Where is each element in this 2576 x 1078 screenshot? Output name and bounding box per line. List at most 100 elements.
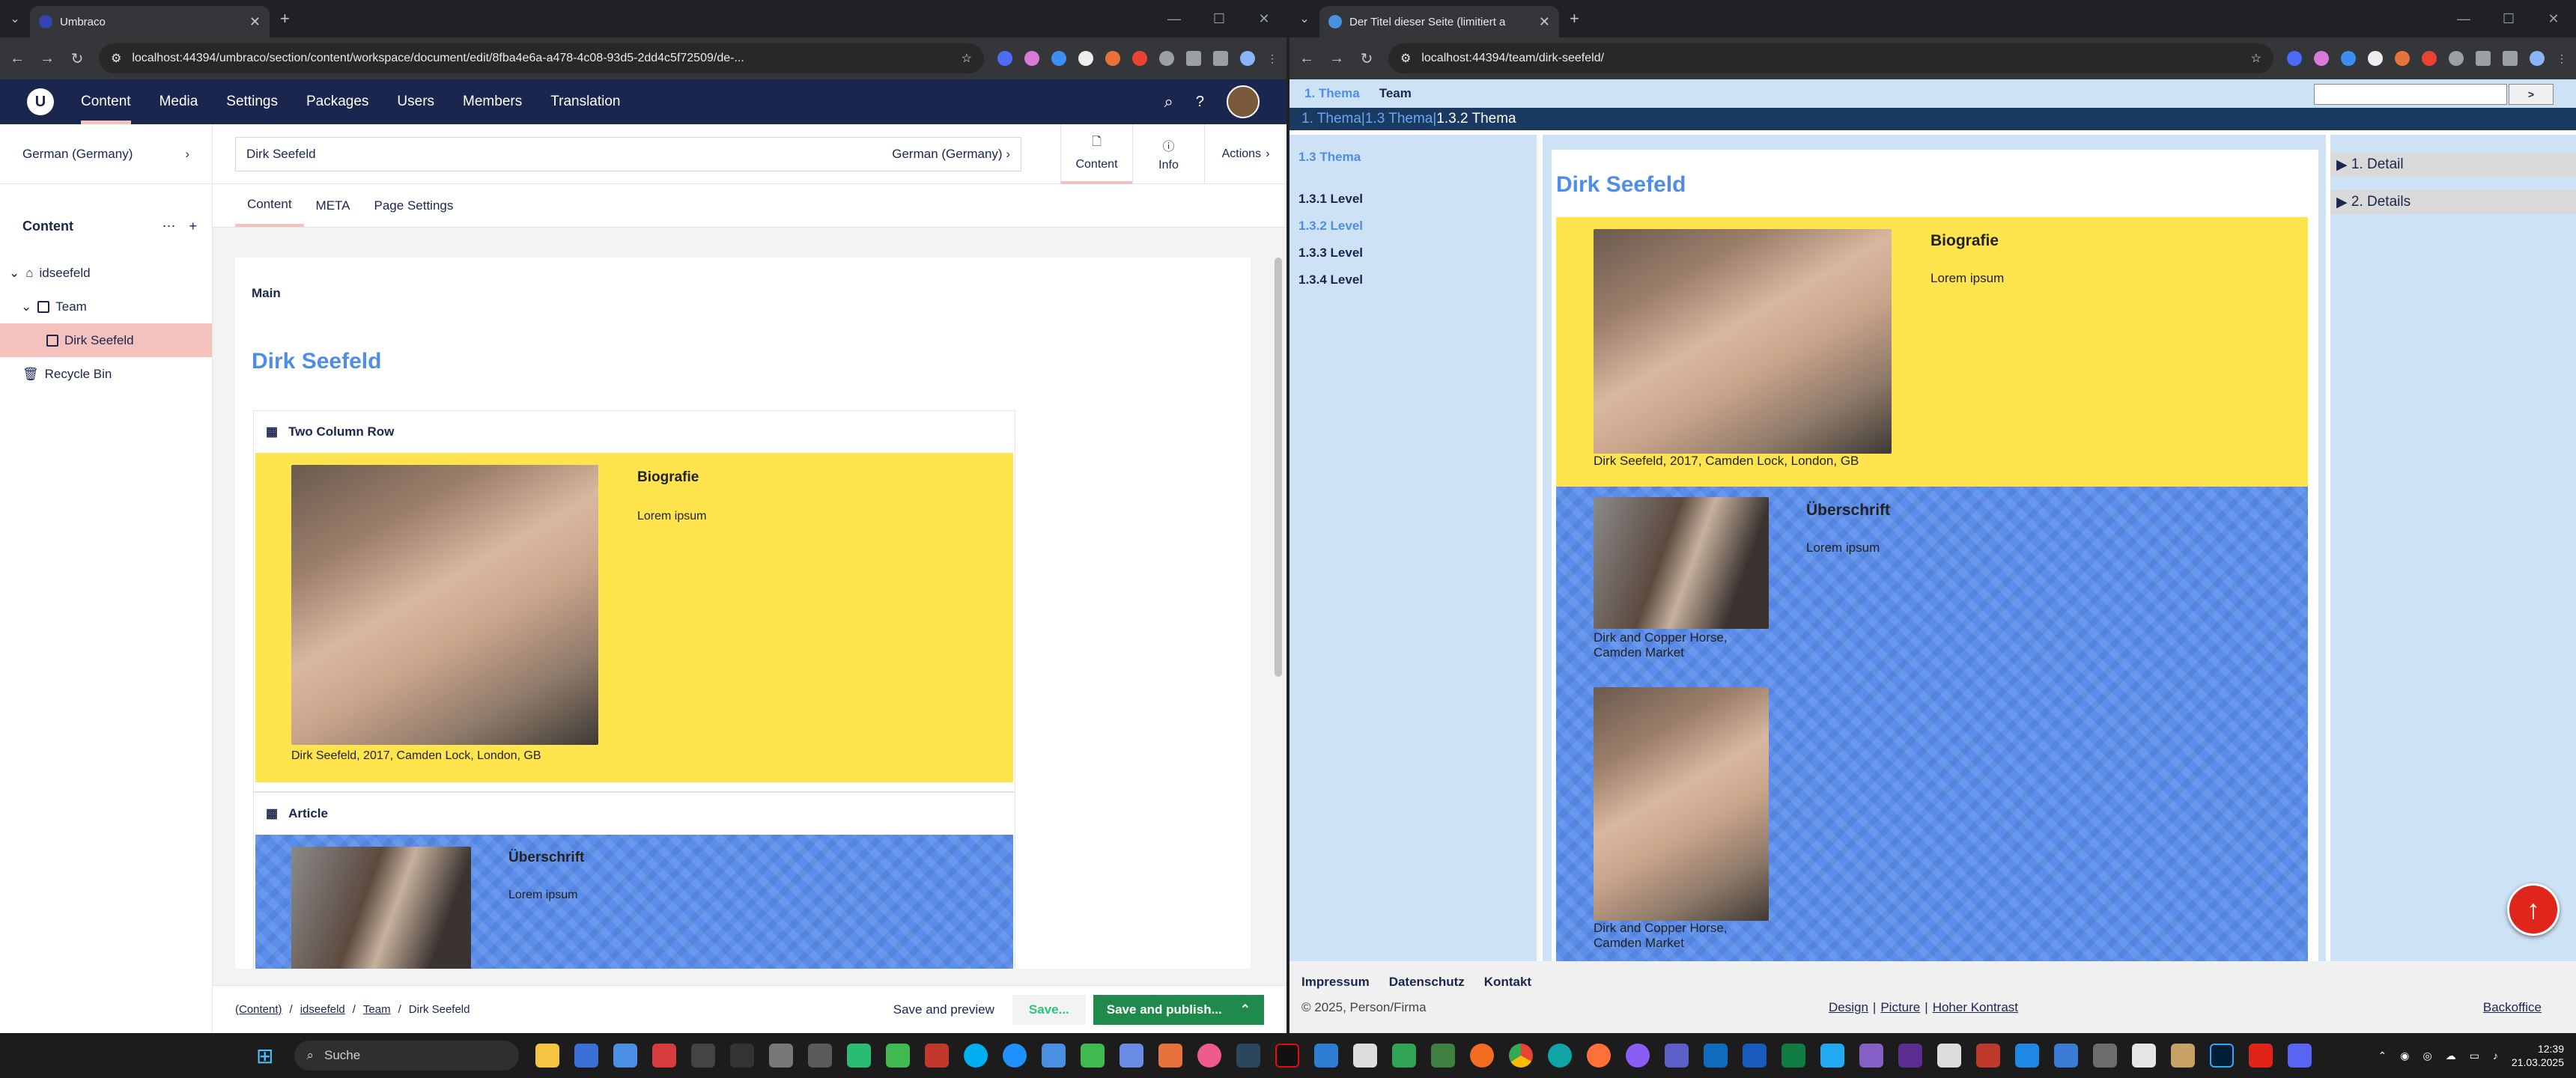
close-window-icon[interactable]: ✕: [1242, 0, 1287, 37]
footer-link[interactable]: Datenschutz: [1389, 975, 1465, 990]
profile-icon[interactable]: [1240, 51, 1255, 66]
more-menu-icon[interactable]: ⋮: [2557, 52, 2567, 65]
scrollbar[interactable]: [1275, 258, 1282, 677]
variant-selector[interactable]: German (Germany) ›: [892, 147, 1010, 162]
app-icon[interactable]: [1120, 1044, 1144, 1068]
minimize-icon[interactable]: —: [2441, 0, 2486, 37]
start-windows-icon[interactable]: ⊞: [256, 1044, 273, 1068]
filezilla-icon[interactable]: [925, 1044, 950, 1068]
app-icon[interactable]: [574, 1044, 599, 1068]
app-icon[interactable]: [1081, 1044, 1105, 1068]
more-actions-icon[interactable]: ⋯: [162, 219, 175, 234]
visual-studio-icon[interactable]: [1859, 1044, 1884, 1068]
site-info-icon[interactable]: ⚙: [111, 51, 121, 66]
puzzle-icon[interactable]: [2449, 51, 2464, 66]
document-name-input[interactable]: Dirk Seefeld German (Germany) ›: [235, 136, 1021, 171]
nav-link-team[interactable]: Team: [1379, 86, 1412, 101]
extension-icon[interactable]: [997, 51, 1012, 66]
extension-icon[interactable]: [1105, 51, 1120, 66]
section-settings[interactable]: Settings: [226, 79, 278, 124]
search-input[interactable]: [2314, 84, 2507, 105]
outlook-icon[interactable]: [1704, 1044, 1728, 1068]
acrobat-icon[interactable]: [2249, 1044, 2273, 1068]
app-icon[interactable]: [1626, 1044, 1650, 1068]
umbraco-logo-icon[interactable]: U: [27, 88, 54, 115]
app-content[interactable]: 🗋 Content: [1060, 124, 1132, 184]
section-packages[interactable]: Packages: [306, 79, 368, 124]
skype-icon[interactable]: [964, 1044, 988, 1068]
section-content[interactable]: Content: [81, 79, 131, 124]
menu-icon[interactable]: [2503, 51, 2518, 66]
bookmark-star-icon[interactable]: ☆: [2251, 51, 2261, 66]
expand-icon[interactable]: ⌄: [21, 299, 31, 314]
save-button[interactable]: Save...: [1012, 994, 1086, 1025]
forward-icon[interactable]: →: [1328, 50, 1345, 67]
help-icon[interactable]: ?: [1196, 94, 1204, 111]
app-icon[interactable]: [1470, 1044, 1495, 1068]
cloud-icon[interactable]: ☁: [2446, 1050, 2456, 1062]
footer-link[interactable]: Kontakt: [1484, 975, 1531, 990]
app-icon[interactable]: [1042, 1044, 1066, 1068]
photoshop-icon[interactable]: [2210, 1044, 2235, 1068]
breadcrumb-item[interactable]: idseefeld: [300, 1003, 345, 1016]
app-icon[interactable]: [1976, 1044, 2001, 1068]
extension-icon[interactable]: [2368, 51, 2383, 66]
edge-icon[interactable]: [1548, 1044, 1573, 1068]
discord-icon[interactable]: [2288, 1044, 2312, 1068]
app-icon[interactable]: [847, 1044, 872, 1068]
firefox-icon[interactable]: [1587, 1044, 1611, 1068]
maximize-icon[interactable]: ☐: [2486, 0, 2531, 37]
style-link-picture[interactable]: Picture: [1880, 1000, 1920, 1015]
chrome-icon[interactable]: [1509, 1044, 1534, 1068]
taskbar-search[interactable]: ⌕ Suche: [294, 1041, 520, 1071]
terminal-icon[interactable]: [691, 1044, 716, 1068]
tray-app-icon[interactable]: ◉: [2400, 1050, 2409, 1062]
sidepanel-icon[interactable]: [1186, 51, 1201, 66]
details-disclosure[interactable]: ▶ 1. Detail: [2330, 153, 2576, 177]
app-icon[interactable]: [1003, 1044, 1027, 1068]
explorer-icon[interactable]: [535, 1044, 560, 1068]
scroll-to-top-button[interactable]: ↑: [2507, 883, 2560, 936]
app-icon[interactable]: [2093, 1044, 2118, 1068]
browser-tab[interactable]: Umbraco ✕: [30, 6, 270, 37]
steam-icon[interactable]: [1236, 1044, 1261, 1068]
app-icon[interactable]: [1937, 1044, 1962, 1068]
app-icon[interactable]: [1353, 1044, 1378, 1068]
tab-content[interactable]: Content: [235, 184, 304, 227]
app-info[interactable]: ⓘ Info: [1132, 124, 1204, 184]
extension-icon[interactable]: [2395, 51, 2410, 66]
style-link-design[interactable]: Design: [1829, 1000, 1868, 1015]
app-icon[interactable]: [1431, 1044, 1456, 1068]
chevron-up-icon[interactable]: ⌃: [1240, 1002, 1251, 1017]
speaker-icon[interactable]: ♪: [2493, 1050, 2498, 1062]
app-icon[interactable]: [808, 1044, 833, 1068]
side-nav-item[interactable]: 1.3.3 Level: [1289, 246, 1537, 261]
section-members[interactable]: Members: [463, 79, 522, 124]
back-icon[interactable]: ←: [1298, 50, 1315, 67]
section-translation[interactable]: Translation: [550, 79, 620, 124]
block-article[interactable]: ▦ Article Überschrift Lorem ipsum: [253, 792, 1015, 969]
section-media[interactable]: Media: [160, 79, 198, 124]
search-icon[interactable]: ⌕: [1164, 92, 1173, 112]
extension-icon[interactable]: [1051, 51, 1066, 66]
clock[interactable]: 12:39 21.03.2025: [2512, 1042, 2564, 1069]
side-nav-item[interactable]: 1.3.4 Level: [1289, 272, 1537, 287]
puzzle-icon[interactable]: [1159, 51, 1174, 66]
sidepanel-icon[interactable]: [2476, 51, 2491, 66]
url-field[interactable]: ⚙ localhost:44394/umbraco/section/conten…: [99, 43, 984, 73]
more-menu-icon[interactable]: ⋮: [1267, 52, 1278, 65]
back-icon[interactable]: ←: [9, 50, 25, 67]
excel-icon[interactable]: [1781, 1044, 1806, 1068]
side-nav-item-active[interactable]: 1.3.2 Level: [1289, 219, 1537, 234]
extension-icon[interactable]: [2422, 51, 2437, 66]
terminal-icon[interactable]: [730, 1044, 755, 1068]
section-users[interactable]: Users: [397, 79, 434, 124]
app-icon[interactable]: [1392, 1044, 1417, 1068]
extension-icon[interactable]: [1132, 51, 1147, 66]
display-icon[interactable]: ▭: [2470, 1050, 2479, 1062]
style-link-contrast[interactable]: Hoher Kontrast: [1933, 1000, 2018, 1015]
tree-item-recycle-bin[interactable]: 🗑 Recycle Bin: [0, 357, 212, 391]
save-and-preview-button[interactable]: Save and preview: [883, 1002, 1005, 1017]
backoffice-link[interactable]: Backoffice: [2483, 1000, 2542, 1015]
app-actions[interactable]: Actions ›: [1204, 124, 1287, 184]
